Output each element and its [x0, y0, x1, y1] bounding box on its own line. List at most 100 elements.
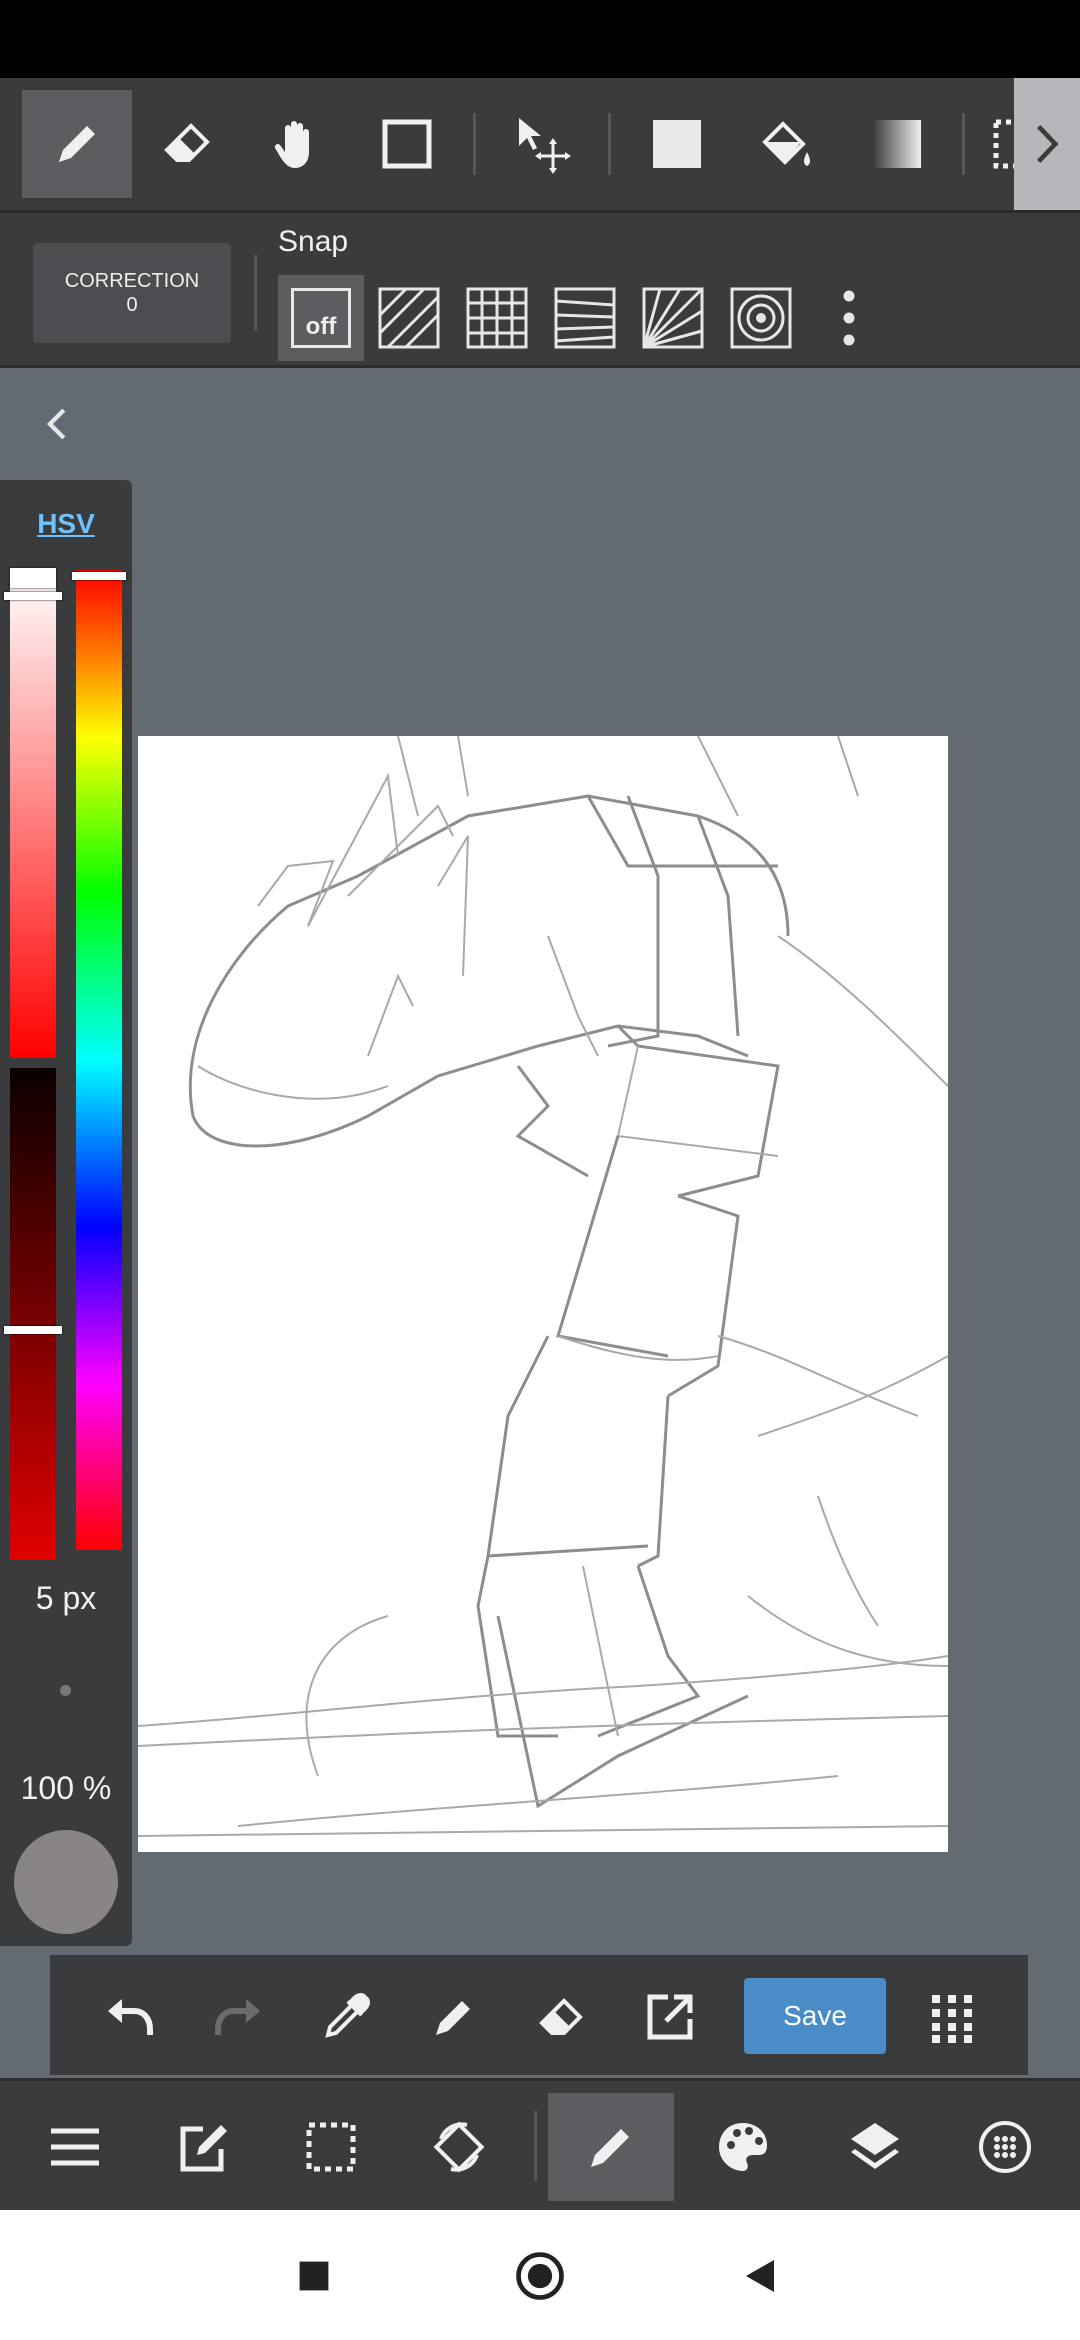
selection-icon	[306, 2122, 356, 2172]
material-tab[interactable]	[942, 2093, 1068, 2201]
rotate-icon	[433, 2121, 485, 2173]
layers-icon	[851, 2123, 899, 2169]
value-handle[interactable]	[4, 1326, 62, 1334]
pen-shortcut-button[interactable]	[414, 1977, 494, 2057]
bottom-navigation	[0, 2078, 1080, 2210]
saturation-slider[interactable]	[10, 570, 56, 1058]
redo-icon	[215, 1999, 260, 2035]
shape-tool-button[interactable]	[352, 90, 462, 198]
pen-tool-button[interactable]	[22, 90, 132, 198]
toolbar-divider	[473, 113, 476, 175]
snap-concentric-button[interactable]	[718, 275, 804, 361]
menu-icon	[51, 2128, 99, 2166]
opacity-label[interactable]: 100 %	[0, 1770, 132, 1807]
brush-preview-dot	[60, 1685, 71, 1696]
collapse-panel-button[interactable]	[30, 398, 82, 450]
snap-bar: CORRECTION 0 Snap off	[0, 210, 1080, 368]
hsv-mode-link[interactable]: HSV	[0, 508, 132, 540]
grid-dots-icon	[932, 1995, 972, 2043]
correction-label: CORRECTION	[64, 270, 200, 292]
fill-rect-tool-button[interactable]	[622, 90, 732, 198]
toolbar-expand-button[interactable]	[1014, 78, 1080, 210]
snap-grid-button[interactable]	[454, 275, 540, 361]
correction-button[interactable]: CORRECTION 0	[33, 243, 231, 343]
toolbar-divider	[608, 113, 611, 175]
layers-tab[interactable]	[812, 2093, 938, 2201]
grid-menu-button[interactable]	[912, 1977, 992, 2057]
edit-button[interactable]	[140, 2093, 266, 2201]
hue-slider[interactable]	[76, 570, 122, 1550]
undo-button[interactable]	[90, 1977, 170, 2057]
back-button[interactable]	[728, 2244, 792, 2308]
home-icon	[516, 2252, 564, 2300]
recents-button[interactable]	[282, 2244, 346, 2308]
brush-size-label[interactable]: 5 px	[0, 1580, 132, 1617]
bucket-tool-button[interactable]	[732, 90, 842, 198]
saturation-handle[interactable]	[4, 592, 62, 600]
sketch-artwork	[138, 736, 948, 1837]
rotate-canvas-button[interactable]	[396, 2093, 522, 2201]
snap-divider	[254, 255, 257, 331]
saturation-top-cap	[10, 568, 56, 588]
toolbar-divider	[962, 113, 965, 175]
selection-button[interactable]	[268, 2093, 394, 2201]
drawing-canvas[interactable]	[138, 736, 948, 1852]
color-panel: HSV 5 px 100 %	[0, 480, 132, 1946]
chevron-right-icon	[1037, 124, 1059, 164]
recents-icon	[299, 2261, 329, 2291]
home-button[interactable]	[508, 2244, 572, 2308]
material-icon	[979, 2121, 1031, 2173]
eyedropper-button[interactable]	[306, 1977, 386, 2057]
top-toolbar	[0, 78, 1080, 210]
eraser-icon	[539, 1998, 583, 2035]
radial-lines-icon	[642, 287, 704, 349]
back-icon	[746, 2260, 774, 2292]
perspective-lines-icon	[554, 287, 616, 349]
filled-square-icon	[653, 120, 701, 168]
snap-off-icon: off	[291, 288, 351, 348]
grid-icon	[466, 287, 528, 349]
save-button[interactable]: Save	[744, 1978, 886, 2054]
action-bar: Save	[50, 1955, 1028, 2075]
undo-icon	[108, 1999, 153, 2035]
status-bar	[0, 0, 1080, 78]
hand-tool-button[interactable]	[242, 90, 352, 198]
palette-icon	[719, 2123, 767, 2171]
brush-tab[interactable]	[548, 2093, 674, 2201]
snap-off-button[interactable]: off	[278, 275, 364, 361]
move-arrow-icon	[519, 118, 571, 174]
export-button[interactable]	[630, 1977, 710, 2057]
gradient-icon	[873, 120, 921, 168]
palette-tab[interactable]	[680, 2093, 806, 2201]
concentric-circles-icon	[730, 287, 792, 349]
nav-divider	[534, 2111, 537, 2181]
snap-off-label: off	[305, 313, 337, 340]
edit-icon	[180, 2125, 227, 2172]
snap-radial-button[interactable]	[630, 275, 716, 361]
hue-handle[interactable]	[72, 572, 126, 580]
pen-icon	[436, 2001, 470, 2035]
square-outline-icon	[382, 119, 432, 169]
parallel-lines-icon	[378, 287, 440, 349]
snap-more-button[interactable]	[806, 275, 892, 361]
brush-icon	[591, 2129, 629, 2167]
chevron-left-icon	[46, 408, 66, 440]
main-menu-button[interactable]	[12, 2093, 138, 2201]
eraser-tool-button[interactable]	[132, 90, 242, 198]
gradient-tool-button[interactable]	[842, 90, 952, 198]
correction-value: 0	[126, 294, 138, 316]
eyedropper-icon	[325, 1993, 370, 2038]
value-slider[interactable]	[10, 1068, 56, 1560]
pen-icon	[59, 126, 95, 162]
current-color-swatch[interactable]	[14, 1830, 118, 1934]
eraser-icon	[164, 123, 210, 162]
move-tool-button[interactable]	[488, 90, 598, 198]
redo-button[interactable]	[198, 1977, 278, 2057]
snap-perspective-button[interactable]	[542, 275, 628, 361]
export-icon	[647, 1994, 693, 2040]
system-navigation-bar	[0, 2210, 1080, 2340]
snap-parallel-button[interactable]	[366, 275, 452, 361]
more-vertical-icon	[843, 290, 855, 346]
snap-label: Snap	[278, 225, 349, 258]
eraser-shortcut-button[interactable]	[522, 1977, 602, 2057]
